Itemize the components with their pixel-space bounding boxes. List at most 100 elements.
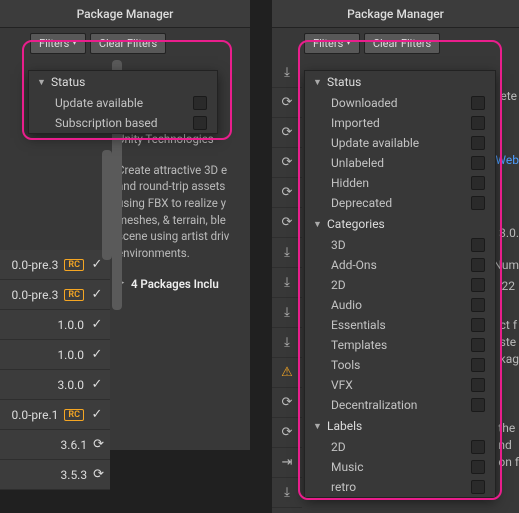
reload-icon[interactable]: ⟳ [272, 208, 302, 238]
bg-text: 3.0. [499, 225, 519, 242]
reload-icon[interactable]: ⟳ [272, 118, 302, 148]
filter-category-templates[interactable]: Templates [305, 335, 495, 355]
check-icon: ✓ [90, 287, 104, 302]
filter-category-3d[interactable]: 3D [305, 235, 495, 255]
filter-category-2d[interactable]: 2D [305, 275, 495, 295]
packages-included[interactable]: ▶ 4 Packages Inclu [117, 276, 257, 293]
checkbox[interactable] [193, 96, 207, 110]
status-section-header[interactable]: ▼ Status [29, 71, 217, 93]
filters-button[interactable]: Filters ▾ [30, 33, 86, 54]
filter-category-add-ons[interactable]: Add-Ons [305, 255, 495, 275]
checkbox[interactable] [471, 196, 485, 210]
version-row[interactable]: 3.6.1 ⟳ [0, 430, 110, 460]
caret-down-icon: ▾ [72, 38, 77, 48]
download-icon[interactable]: ⤓ [272, 298, 302, 328]
checkbox[interactable] [471, 480, 485, 494]
panel-header: Package Manager [0, 0, 250, 28]
version-row[interactable]: 1.0.0✓ [0, 310, 110, 340]
checkbox[interactable] [471, 238, 485, 252]
checkbox[interactable] [471, 258, 485, 272]
checkbox[interactable] [471, 156, 485, 170]
caret-down-icon: ▾ [346, 38, 351, 48]
version-row[interactable]: 1.0.0✓ [0, 340, 110, 370]
bg-text: ct f ste kag [500, 317, 519, 367]
reload-icon: ⟳ [93, 437, 104, 452]
checkbox[interactable] [471, 96, 485, 110]
download-icon[interactable]: ⤓ [272, 238, 302, 268]
action-icon-column: ⤓⟳⟳⟳⟳⟳⤓⤓⤓⤓⚠⟳⟳⇥⤓ [272, 58, 302, 508]
reload-icon[interactable]: ⟳ [272, 88, 302, 118]
checkbox[interactable] [471, 136, 485, 150]
check-icon: ✓ [90, 377, 104, 392]
filter-status-unlabeled[interactable]: Unlabeled [305, 153, 495, 173]
filter-category-essentials[interactable]: Essentials [305, 315, 495, 335]
bg-text: 22 [502, 278, 516, 295]
version-text: 0.0-pre.3 [11, 258, 58, 272]
labels-section-header[interactable]: ▼Labels [305, 415, 495, 437]
clear-filters-button[interactable]: Clear Filters [90, 33, 166, 54]
download-icon[interactable]: ⤓ [272, 58, 302, 88]
warning-icon[interactable]: ⚠ [272, 358, 302, 388]
checkbox[interactable] [471, 358, 485, 372]
bg-text: Num [493, 257, 519, 274]
version-text: 1.0.0 [57, 318, 84, 332]
download-icon[interactable]: ⤓ [272, 328, 302, 358]
import-icon[interactable]: ⇥ [272, 448, 302, 478]
bg-text: the nd on f [498, 420, 519, 470]
filter-label-2d[interactable]: 2D [305, 437, 495, 457]
version-row[interactable]: 3.0.0 ✓ [0, 370, 110, 400]
filter-item-subscription-based[interactable]: Subscription based [29, 113, 217, 133]
filter-status-imported[interactable]: Imported [305, 113, 495, 133]
filters-dropdown-right: ▼StatusDownloadedImportedUpdate availabl… [304, 70, 496, 498]
reload-icon[interactable]: ⟳ [272, 388, 302, 418]
rc-badge: RC [64, 409, 84, 421]
filter-status-deprecated[interactable]: Deprecated [305, 193, 495, 213]
checkbox[interactable] [471, 338, 485, 352]
version-text: 3.6.1 [61, 438, 88, 452]
checkbox[interactable] [471, 460, 485, 474]
bg-text: ete [500, 88, 517, 105]
version-text: 3.0.0 [57, 378, 84, 392]
filter-status-update-available[interactable]: Update available [305, 133, 495, 153]
download-icon[interactable]: ⤓ [272, 478, 302, 508]
reload-icon[interactable]: ⟳ [272, 148, 302, 178]
download-icon[interactable]: ⤓ [272, 268, 302, 298]
caret-down-icon: ▼ [313, 219, 323, 230]
reload-icon[interactable]: ⟳ [272, 418, 302, 448]
reload-icon[interactable]: ⟳ [272, 178, 302, 208]
filter-category-audio[interactable]: Audio [305, 295, 495, 315]
rc-badge: RC [64, 259, 84, 271]
version-row[interactable]: 3.5.3⟳ [0, 460, 110, 490]
caret-down-icon: ▼ [37, 77, 47, 88]
filter-status-hidden[interactable]: Hidden [305, 173, 495, 193]
checkbox[interactable] [471, 318, 485, 332]
filter-label-retro[interactable]: retro [305, 477, 495, 497]
filter-category-decentralization[interactable]: Decentralization [305, 395, 495, 415]
version-row[interactable]: 0.0-pre.3RC✓ [0, 250, 110, 280]
panel-header: Package Manager [272, 0, 519, 28]
checkbox[interactable] [471, 176, 485, 190]
checkbox[interactable] [471, 116, 485, 130]
filter-label-music[interactable]: Music [305, 457, 495, 477]
filter-category-vfx[interactable]: VFX [305, 375, 495, 395]
reload-icon: ⟳ [93, 467, 104, 482]
filter-item-update-available[interactable]: Update available [29, 93, 217, 113]
checkbox[interactable] [471, 378, 485, 392]
status-section-header[interactable]: ▼Status [305, 71, 495, 93]
filters-button[interactable]: Filters ▾ [304, 33, 360, 54]
checkbox[interactable] [471, 278, 485, 292]
bg-link[interactable]: Web [495, 152, 519, 169]
clear-filters-button[interactable]: Clear Filters [364, 33, 440, 54]
checkbox[interactable] [471, 440, 485, 454]
check-icon: ✓ [90, 407, 104, 422]
scrollbar[interactable] [102, 150, 112, 260]
checkbox[interactable] [193, 116, 207, 130]
version-row[interactable]: 0.0-pre.3RC✓ [0, 280, 110, 310]
checkbox[interactable] [471, 298, 485, 312]
checkbox[interactable] [471, 398, 485, 412]
filter-category-tools[interactable]: Tools [305, 355, 495, 375]
version-row[interactable]: 0.0-pre.1RC✓ [0, 400, 110, 430]
categories-section-header[interactable]: ▼Categories [305, 213, 495, 235]
filter-status-downloaded[interactable]: Downloaded [305, 93, 495, 113]
check-icon: ✓ [90, 347, 104, 362]
